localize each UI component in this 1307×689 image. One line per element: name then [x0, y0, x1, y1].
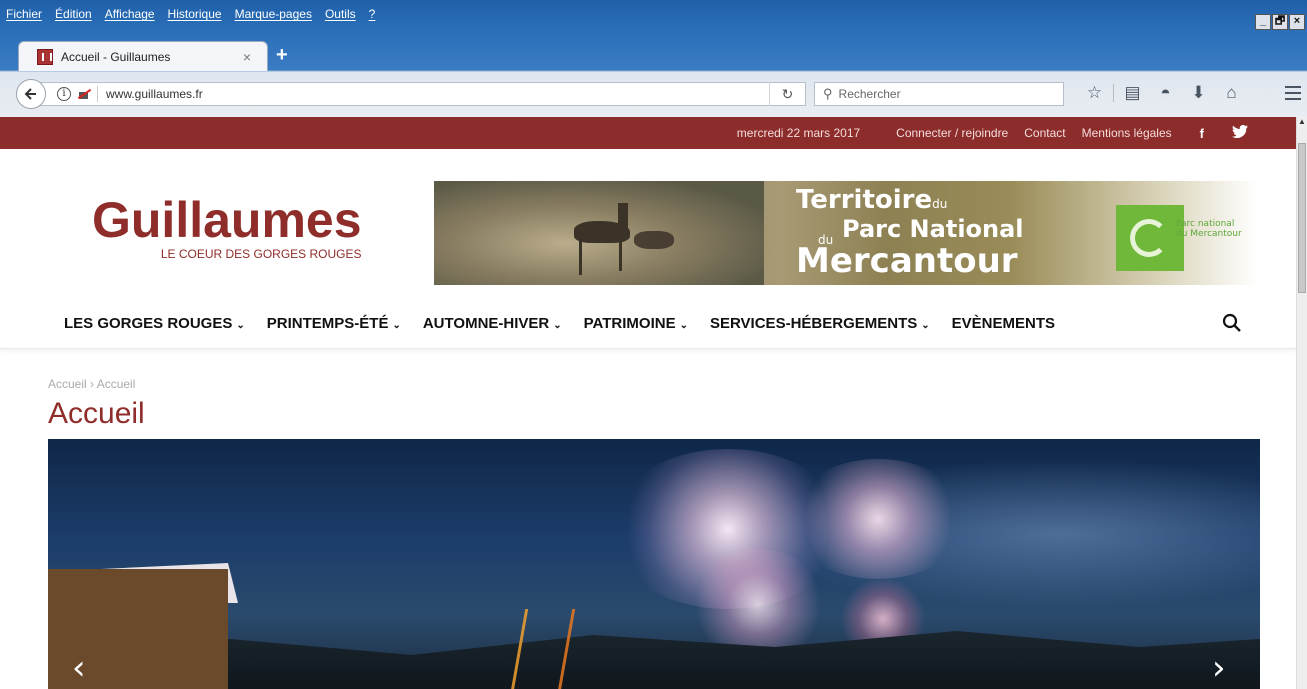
bookmark-star-icon[interactable]: ☆	[1078, 83, 1111, 103]
menu-marque-pages[interactable]: Marque-pages	[235, 7, 312, 21]
home-icon[interactable]: ⌂	[1215, 83, 1248, 103]
back-button[interactable]	[16, 79, 46, 109]
minimize-button[interactable]: _	[1255, 14, 1271, 30]
tab-title: Accueil - Guillaumes	[61, 49, 171, 64]
new-tab-button[interactable]: +	[276, 45, 288, 65]
chamois-leg	[579, 241, 582, 275]
menu-outils[interactable]: Outils	[325, 7, 356, 21]
search-bar[interactable]: ⚲	[814, 82, 1064, 106]
chamois-neck	[618, 203, 628, 229]
banner-line-1: Territoire	[796, 185, 933, 215]
browser-chrome: Fichier Édition Affichage Historique Mar…	[0, 0, 1307, 117]
toolbar-icons: ☆ ▤ ◓ ⬇ ⌂	[1078, 83, 1248, 103]
url-divider	[97, 86, 98, 102]
logo-title: Guillaumes	[92, 192, 362, 248]
chamois-leg	[619, 241, 622, 271]
mercantour-banner[interactable]: Territoiredu Parc National du Mercantour…	[434, 181, 1258, 285]
nav-label: LES GORGES ROUGES	[64, 315, 233, 332]
parc-national-logo	[1116, 205, 1184, 271]
download-icon[interactable]: ⬇	[1182, 83, 1215, 103]
site-search-icon[interactable]	[1222, 313, 1242, 333]
tab-accueil[interactable]: Accueil - Guillaumes ×	[18, 41, 268, 71]
chevron-down-icon: ⌄	[553, 320, 562, 331]
back-arrow-icon	[24, 88, 36, 100]
current-date: mercredi 22 mars 2017	[736, 126, 861, 140]
nav-label: EVÈNEMENTS	[951, 315, 1055, 332]
bookmarks-library-icon[interactable]: ▤	[1116, 83, 1149, 103]
menu-edition[interactable]: Édition	[55, 7, 92, 21]
nav-item-evenements[interactable]: EVÈNEMENTS	[952, 315, 1055, 332]
chevron-down-icon: ⌄	[679, 320, 688, 331]
breadcrumb-separator: ›	[90, 377, 95, 391]
legal-link[interactable]: Mentions légales	[1082, 126, 1172, 140]
top-bar: mercredi 22 mars 2017 Connecter / rejoin…	[0, 117, 1296, 149]
hamburger-menu-icon[interactable]	[1285, 86, 1301, 104]
parc-swirl-icon	[1130, 219, 1168, 257]
url-text[interactable]: www.guillaumes.fr	[106, 87, 769, 101]
scroll-up-arrow[interactable]: ▲	[1297, 117, 1307, 129]
site-logo[interactable]: Guillaumes LE COEUR DES GORGES ROUGES	[92, 195, 362, 261]
reload-icon[interactable]: ↻	[769, 82, 805, 106]
menu-affichage[interactable]: Affichage	[105, 7, 155, 21]
chevron-down-icon: ⌄	[921, 320, 930, 331]
favicon-icon	[37, 48, 53, 65]
banner-line-2: Parc National	[842, 215, 1024, 243]
nav-item-patrimoine[interactable]: PATRIMOINE ⌄	[584, 315, 688, 332]
breadcrumb: Accueil › Accueil	[48, 377, 135, 391]
facebook-icon[interactable]: f	[1200, 126, 1204, 141]
nav-label: PATRIMOINE	[583, 315, 676, 332]
nav-item-gorges-rouges[interactable]: LES GORGES ROUGES ⌄	[64, 315, 245, 332]
chevron-down-icon: ⌄	[236, 320, 245, 331]
menu-fichier[interactable]: Fichier	[6, 7, 42, 21]
slider-prev-arrow[interactable]: ‹	[72, 651, 86, 685]
menu-historique[interactable]: Historique	[168, 7, 222, 21]
parc-text-line-2: du Mercantour	[1176, 229, 1242, 239]
image-slider[interactable]: ‹ ›	[48, 439, 1260, 689]
page-viewport: mercredi 22 mars 2017 Connecter / rejoin…	[0, 117, 1296, 689]
navigation-toolbar: i www.guillaumes.fr ↻ ⚲ ☆ ▤ ◓ ⬇ ⌂	[0, 77, 1307, 113]
pocket-icon[interactable]: ◓	[1149, 83, 1182, 103]
logo-subtitle: LE COEUR DES GORGES ROUGES	[160, 247, 362, 261]
parc-text-line-1: Parc national	[1176, 219, 1235, 229]
page-title: Accueil	[48, 397, 145, 430]
nav-item-printemps-ete[interactable]: PRINTEMPS-ÉTÉ ⌄	[267, 315, 401, 332]
info-icon[interactable]: i	[57, 87, 71, 101]
main-navigation: LES GORGES ROUGES ⌄ PRINTEMPS-ÉTÉ ⌄ AUTOMN…	[0, 299, 1296, 349]
address-bar[interactable]: i www.guillaumes.fr ↻	[36, 82, 806, 106]
scroll-thumb[interactable]	[1298, 143, 1306, 293]
banner-line-3: Mercantour	[796, 241, 1018, 281]
banner-line-1-small: du	[932, 197, 948, 211]
chevron-down-icon: ⌄	[392, 320, 401, 331]
search-icon: ⚲	[823, 86, 833, 101]
firework-burst	[688, 549, 828, 659]
twitter-icon[interactable]	[1232, 124, 1248, 141]
menu-help[interactable]: ?	[369, 7, 376, 21]
nav-label: AUTOMNE-HIVER	[422, 315, 550, 332]
breadcrumb-current: Accueil	[96, 377, 136, 391]
menu-bar: Fichier Édition Affichage Historique Mar…	[0, 0, 1307, 28]
parc-logo-text: Parc national du Mercantour	[1176, 219, 1242, 239]
nav-item-automne-hiver[interactable]: AUTOMNE-HIVER ⌄	[423, 315, 562, 332]
chamois-photo	[434, 181, 764, 285]
nav-label: PRINTEMPS-ÉTÉ	[266, 315, 389, 332]
search-input[interactable]	[838, 87, 1039, 101]
tab-strip: Accueil - Guillaumes × +	[0, 38, 1307, 71]
close-window-button[interactable]: ×	[1289, 14, 1305, 30]
tab-close-icon[interactable]: ×	[243, 49, 251, 65]
insecure-lock-icon[interactable]	[77, 88, 91, 100]
nav-label: SERVICES-HÉBERGEMENTS	[709, 315, 918, 332]
window-controls: _ 🗗 ×	[1255, 14, 1305, 30]
login-link[interactable]: Connecter / rejoindre	[896, 126, 1008, 140]
page-scrollbar[interactable]: ▲	[1296, 117, 1307, 689]
breadcrumb-home[interactable]: Accueil	[48, 377, 87, 391]
slider-mountains	[48, 631, 1260, 689]
toolbar-divider	[1113, 84, 1114, 102]
slider-next-arrow[interactable]: ›	[1212, 651, 1226, 685]
nav-item-services-hebergements[interactable]: SERVICES-HÉBERGEMENTS ⌄	[710, 315, 930, 332]
chamois-body-2	[634, 231, 674, 249]
contact-link[interactable]: Contact	[1024, 126, 1065, 140]
firework-burst	[788, 459, 968, 579]
restore-button[interactable]: 🗗	[1272, 14, 1288, 30]
